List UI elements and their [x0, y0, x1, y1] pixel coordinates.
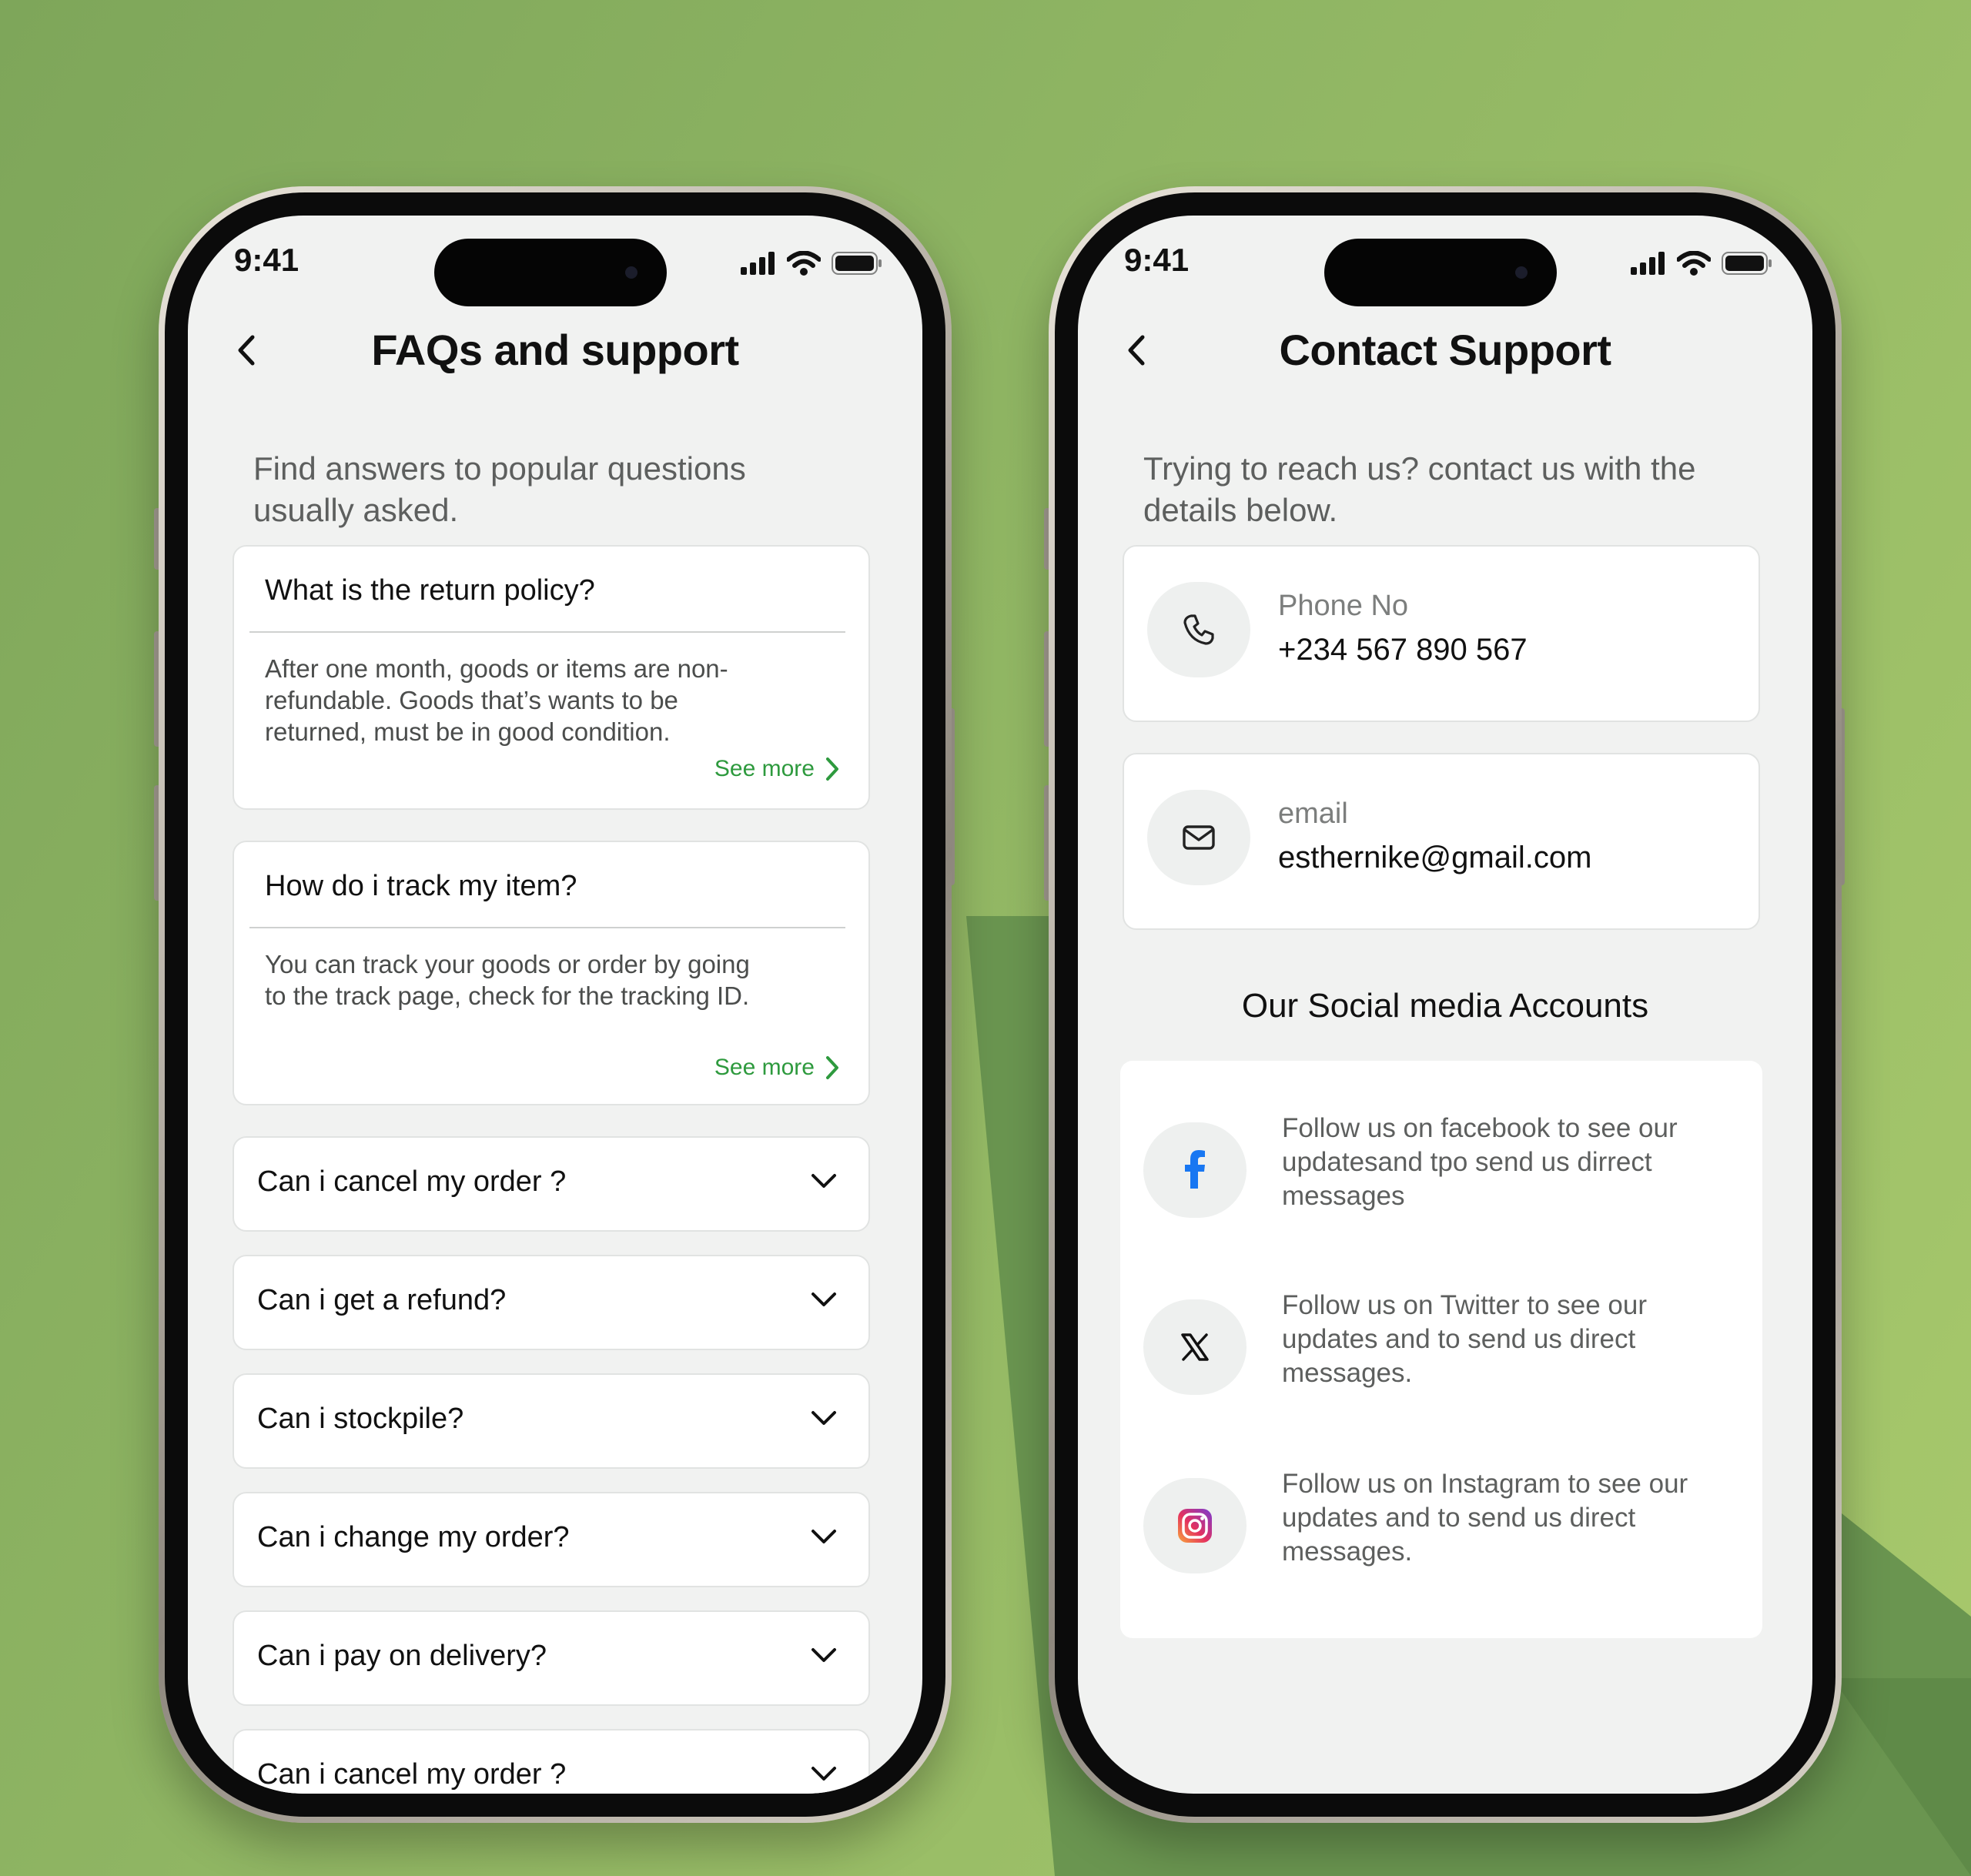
page-intro: Find answers to popular questions usuall… — [253, 450, 746, 528]
phone-contact-card[interactable]: Phone No +234 567 890 567 — [1123, 545, 1760, 722]
chevron-down-icon — [811, 1767, 836, 1781]
contact-screen: 9:41 Contact Support Trying to reach us?… — [1078, 216, 1812, 1794]
faq-item-collapsed[interactable]: Can i pay on delivery? — [233, 1610, 870, 1706]
instagram-icon — [1178, 1509, 1212, 1543]
social-row-twitter[interactable]: Follow us on Twitter to see our updates … — [1120, 1289, 1762, 1404]
facebook-icon-circle — [1143, 1122, 1247, 1218]
faq-item-collapsed[interactable]: Can i get a refund? — [233, 1255, 870, 1350]
social-text-facebook: Follow us on facebook to see our updates… — [1282, 1113, 1678, 1211]
facebook-icon — [1185, 1150, 1205, 1189]
chevron-down-icon — [811, 1648, 836, 1662]
faq-question: Can i cancel my order ? — [257, 1165, 567, 1198]
faq-question: Can i change my order? — [257, 1521, 570, 1553]
chevron-down-icon — [811, 1174, 836, 1188]
faq-question: Can i pay on delivery? — [257, 1640, 547, 1672]
email-label: email — [1278, 798, 1348, 830]
faq-question: Can i cancel my order ? — [257, 1758, 567, 1791]
signal-icon — [1631, 252, 1665, 275]
x-icon-circle — [1143, 1299, 1247, 1395]
faq-item-expanded: What is the return policy? After one mon… — [233, 545, 870, 810]
faq-screen: 9:41 FAQs and support Find answers to po… — [188, 216, 922, 1794]
faq-item-collapsed[interactable]: Can i cancel my order ? — [233, 1136, 870, 1232]
divider — [249, 927, 845, 928]
dynamic-island — [434, 239, 667, 306]
social-accounts-panel: Follow us on facebook to see our updates… — [1120, 1061, 1762, 1638]
battery-icon — [1722, 252, 1772, 275]
chevron-down-icon — [811, 1411, 836, 1425]
mail-icon-circle — [1147, 790, 1250, 885]
dynamic-island — [1324, 239, 1557, 306]
phone-icon-circle — [1147, 582, 1250, 677]
status-time: 9:41 — [234, 242, 299, 278]
signal-icon — [741, 252, 775, 275]
camera-lens — [1515, 266, 1528, 279]
chevron-right-icon — [826, 757, 838, 781]
phone-number: +234 567 890 567 — [1278, 633, 1528, 667]
phone-icon — [1183, 614, 1214, 645]
wifi-icon — [1677, 251, 1711, 276]
faq-question: What is the return policy? — [265, 574, 595, 607]
status-time: 9:41 — [1124, 242, 1190, 278]
see-more-link[interactable]: See more — [714, 1055, 841, 1081]
chevron-down-icon — [811, 1530, 836, 1543]
faq-answer: After one month, goods or items are non-… — [265, 654, 728, 746]
faq-question: Can i stockpile? — [257, 1403, 464, 1435]
divider — [249, 631, 845, 633]
mail-icon — [1183, 825, 1215, 850]
status-icons — [1631, 251, 1772, 276]
social-heading: Our Social media Accounts — [1241, 987, 1649, 1025]
page-title: FAQs and support — [371, 326, 739, 374]
social-row-instagram[interactable]: Follow us on Instagram to see our update… — [1120, 1467, 1762, 1583]
wifi-icon — [787, 251, 821, 276]
social-text-twitter: Follow us on Twitter to see our updates … — [1282, 1290, 1648, 1388]
see-more-label: See more — [714, 756, 815, 781]
see-more-link[interactable]: See more — [714, 756, 841, 782]
faq-item-collapsed[interactable]: Can i stockpile? — [233, 1373, 870, 1469]
faq-question: Can i get a refund? — [257, 1284, 507, 1316]
email-address: esthernike@gmail.com — [1278, 841, 1592, 874]
faq-answer: You can track your goods or order by goi… — [265, 950, 750, 1010]
social-text-instagram: Follow us on Instagram to see our update… — [1282, 1469, 1688, 1567]
faq-question: How do i track my item? — [265, 870, 577, 902]
faq-item-expanded: How do i track my item? You can track yo… — [233, 841, 870, 1105]
status-icons — [741, 251, 882, 276]
camera-lens — [625, 266, 637, 279]
x-twitter-icon — [1181, 1333, 1209, 1361]
phone-frame-contact: 9:41 Contact Support Trying to reach us?… — [1049, 186, 1842, 1823]
social-row-facebook[interactable]: Follow us on facebook to see our updates… — [1120, 1112, 1762, 1227]
chevron-down-icon — [811, 1292, 836, 1306]
phone-label: Phone No — [1278, 590, 1409, 622]
see-more-label: See more — [714, 1055, 815, 1080]
faq-item-collapsed[interactable]: Can i cancel my order ? — [233, 1729, 870, 1794]
battery-icon — [832, 252, 882, 275]
email-contact-card[interactable]: email esthernike@gmail.com — [1123, 753, 1760, 930]
phone-frame-faq: 9:41 FAQs and support Find answers to po… — [159, 186, 952, 1823]
chevron-right-icon — [826, 1056, 838, 1079]
page-title: Contact Support — [1279, 326, 1611, 374]
instagram-icon-circle — [1143, 1478, 1247, 1573]
faq-item-collapsed[interactable]: Can i change my order? — [233, 1492, 870, 1587]
page-intro: Trying to reach us? contact us with the … — [1143, 450, 1696, 528]
